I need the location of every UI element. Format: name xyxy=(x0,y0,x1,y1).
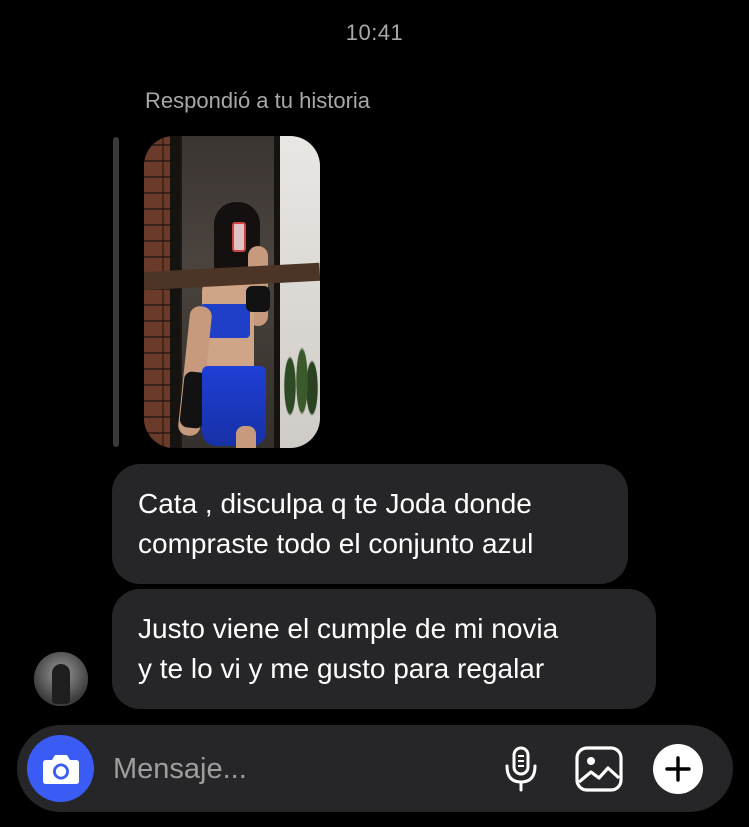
microphone-button[interactable] xyxy=(495,743,547,795)
message-composer xyxy=(17,725,733,812)
message-text-line: Justo viene el cumple de mi novia xyxy=(138,613,559,644)
story-reply-label: Respondió a tu historia xyxy=(145,88,371,113)
add-button[interactable] xyxy=(653,744,703,794)
image-gallery-icon xyxy=(575,746,623,792)
sender-avatar[interactable] xyxy=(34,652,88,706)
message-text-line: y te lo vi y me gusto para regalar xyxy=(138,653,545,684)
microphone-icon xyxy=(505,746,537,792)
message-input[interactable] xyxy=(113,747,473,791)
message-bubble[interactable]: Cata , disculpa q te Joda donde comprast… xyxy=(112,464,628,584)
message-text-line: Cata , disculpa q te Joda donde xyxy=(138,488,532,519)
message-timestamp: 10:41 xyxy=(345,20,404,45)
reply-indicator-bar xyxy=(113,137,119,447)
dm-conversation-screen: 10:41 Respondió a tu historia Cata , dis… xyxy=(0,0,749,827)
message-text-line: compraste todo el conjunto azul xyxy=(138,528,534,559)
plus-icon xyxy=(665,756,691,782)
story-thumbnail[interactable] xyxy=(144,136,320,448)
message-bubble[interactable]: Justo viene el cumple de mi novia y te l… xyxy=(112,589,656,709)
camera-button[interactable] xyxy=(27,735,94,802)
gallery-button[interactable] xyxy=(573,743,625,795)
camera-icon xyxy=(42,754,79,784)
